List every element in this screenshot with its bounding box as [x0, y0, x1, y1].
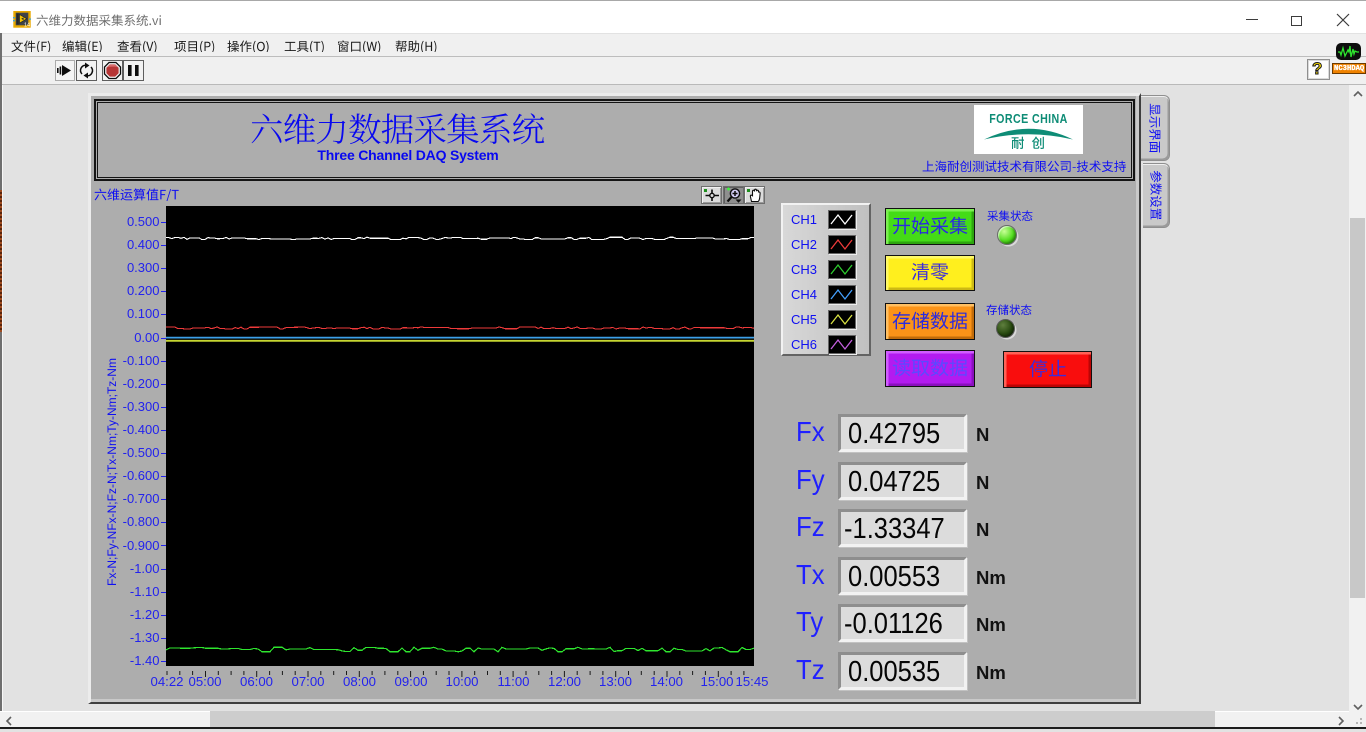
svg-text:14: 14 — [24, 22, 30, 28]
